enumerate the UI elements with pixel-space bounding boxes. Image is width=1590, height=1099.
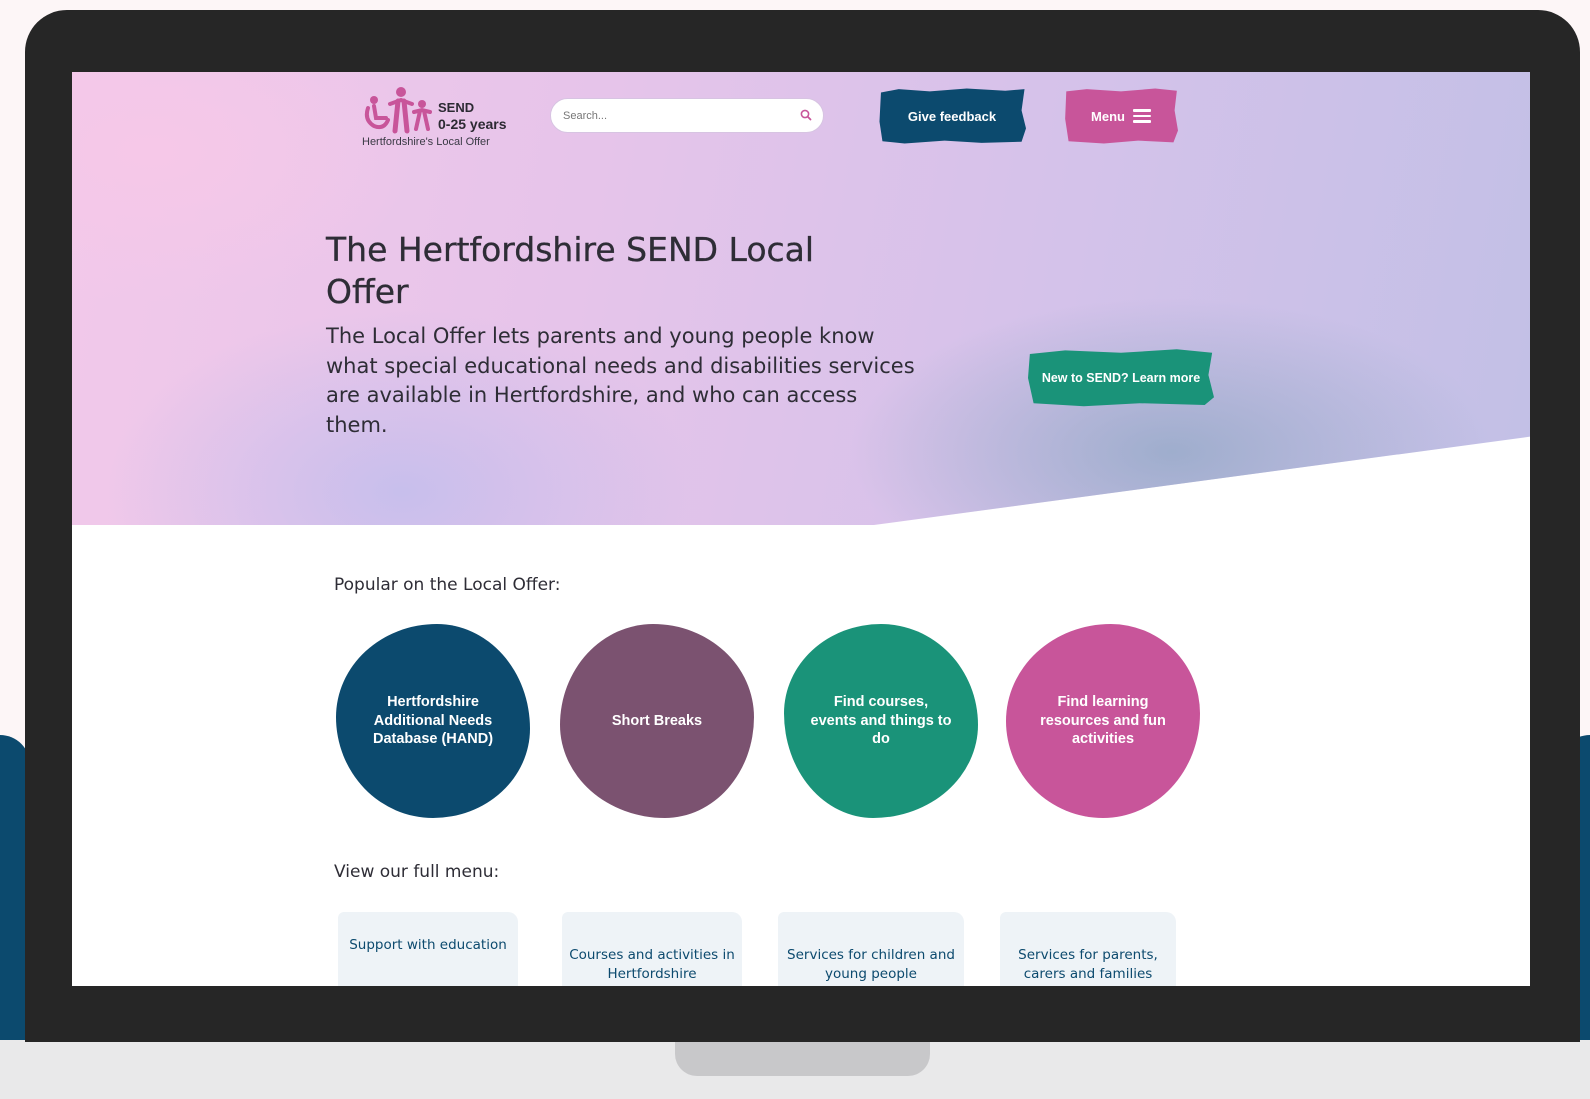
- popular-link-find-courses[interactable]: Find courses, events and things to do: [784, 624, 978, 818]
- page-title: The Hertfordshire SEND Local Offer: [326, 230, 815, 311]
- search-input[interactable]: [563, 106, 783, 126]
- popular-link-learning-resources[interactable]: Find learning resources and fun activiti…: [1006, 624, 1200, 818]
- popular-link-label: Hertfordshire Additional Needs Database …: [372, 694, 494, 748]
- search-icon[interactable]: [799, 108, 813, 122]
- popular-link-hand-database[interactable]: Hertfordshire Additional Needs Database …: [336, 624, 530, 818]
- menu-card-label: Support with education: [349, 937, 507, 953]
- search-box[interactable]: [550, 98, 824, 133]
- menu-card-label: Courses and activities in Hertfordshire: [569, 947, 735, 982]
- menu-button[interactable]: Menu: [1065, 88, 1178, 144]
- new-to-send-learn-more-button[interactable]: New to SEND? Learn more: [1028, 349, 1214, 407]
- give-feedback-label: Give feedback: [907, 108, 997, 124]
- family-logo-icon: [364, 87, 432, 134]
- laptop-screen: SEND 0-25 years Hertfordshire's Local Of…: [72, 72, 1530, 986]
- popular-link-label: Find learning resources and fun activiti…: [1040, 694, 1166, 748]
- popular-link-label: Short Breaks: [611, 712, 703, 729]
- menu-card-services-parents[interactable]: Services for parents, carers and familie…: [1000, 912, 1176, 986]
- full-menu-heading: View our full menu:: [334, 862, 500, 882]
- menu-card-label: Services for parents, carers and familie…: [1018, 947, 1158, 982]
- popular-link-label: Find courses, events and things to do: [810, 694, 952, 748]
- popular-section-heading: Popular on the Local Offer:: [334, 575, 561, 595]
- logo-send-text: SEND: [438, 100, 475, 115]
- hero-description: The Local Offer lets parents and young p…: [326, 324, 915, 437]
- menu-card-label: Services for children and young people: [787, 947, 955, 982]
- menu-card-services-children[interactable]: Services for children and young people: [778, 912, 964, 986]
- logo-age-text: 0-25 years: [438, 116, 507, 132]
- laptop-notch: [675, 1040, 930, 1076]
- menu-card-support-with-education[interactable]: Support with education: [338, 912, 518, 986]
- site-logo[interactable]: SEND 0-25 years Hertfordshire's Local Of…: [362, 86, 522, 150]
- give-feedback-button[interactable]: Give feedback: [879, 88, 1026, 144]
- learn-more-label: New to SEND? Learn more: [1041, 371, 1201, 385]
- logo-subtitle: Hertfordshire's Local Offer: [362, 136, 490, 148]
- menu-label: Menu: [1091, 108, 1125, 124]
- popular-link-short-breaks[interactable]: Short Breaks: [560, 624, 754, 818]
- hamburger-icon: [1132, 109, 1151, 123]
- menu-card-courses-and-activities[interactable]: Courses and activities in Hertfordshire: [562, 912, 742, 986]
